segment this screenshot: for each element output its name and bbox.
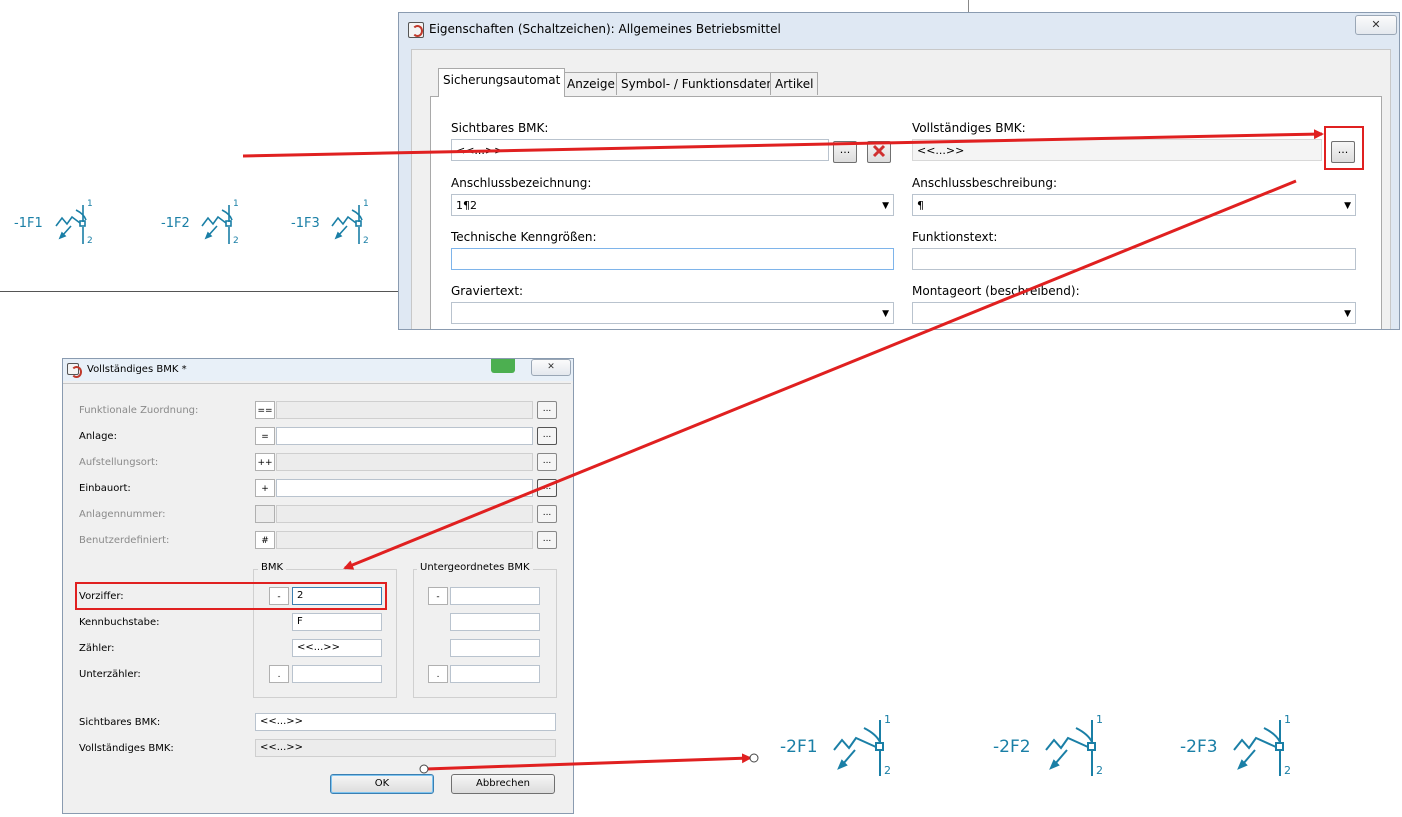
arrow-start-dot: [419, 764, 429, 774]
arrow-end-dot: [749, 753, 759, 763]
annotation-arrows: [242, 129, 1324, 774]
arrow-to-vorziffer: [343, 179, 1297, 570]
tab-sicherungsautomat[interactable]: Sicherungsautomat: [438, 68, 566, 97]
arrow-to-dots-button: [242, 129, 1324, 158]
arrow-to-result-symbol: [425, 753, 752, 771]
